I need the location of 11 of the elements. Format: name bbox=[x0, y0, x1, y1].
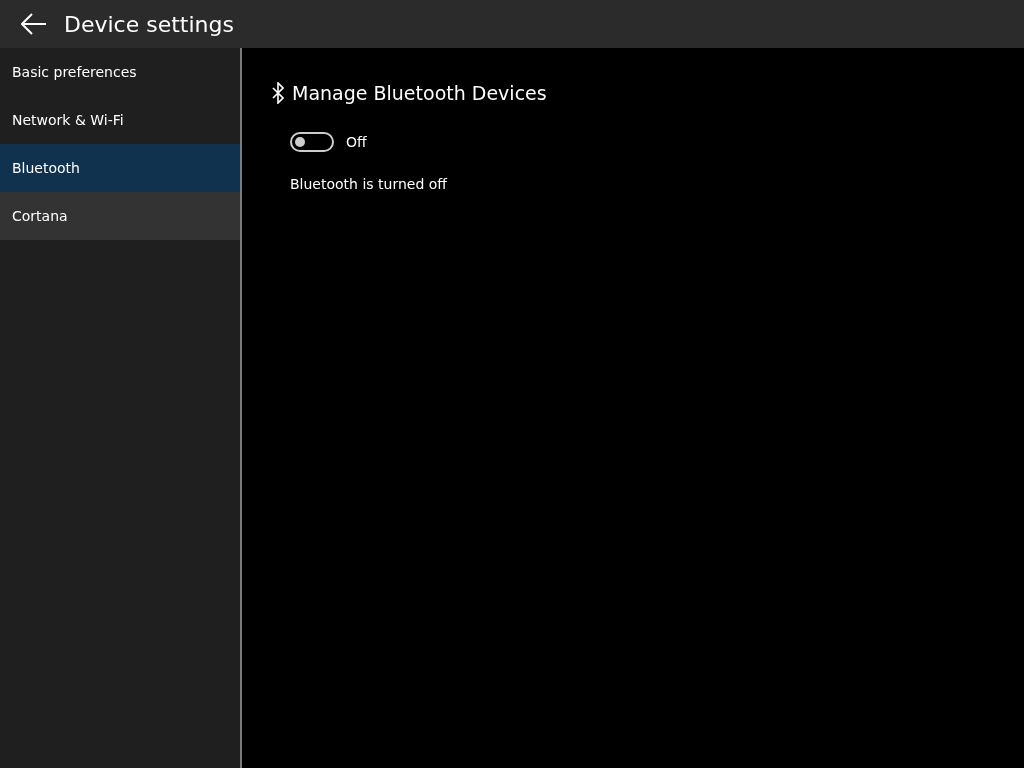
back-arrow-icon bbox=[21, 13, 47, 35]
status-text: Bluetooth is turned off bbox=[290, 176, 449, 192]
page-title: Device settings bbox=[64, 11, 234, 37]
toggle-label: Off bbox=[346, 134, 367, 150]
sidebar-item[interactable]: Bluetooth bbox=[0, 144, 240, 192]
bluetooth-toggle[interactable] bbox=[290, 132, 334, 152]
sidebar-item[interactable]: Network & Wi-Fi bbox=[0, 96, 240, 144]
sidebar-item[interactable]: Basic preferences bbox=[0, 48, 240, 96]
bluetooth-icon bbox=[272, 82, 284, 104]
sidebar-item[interactable]: Cortana bbox=[0, 192, 240, 240]
section-title: Manage Bluetooth Devices bbox=[292, 82, 547, 104]
